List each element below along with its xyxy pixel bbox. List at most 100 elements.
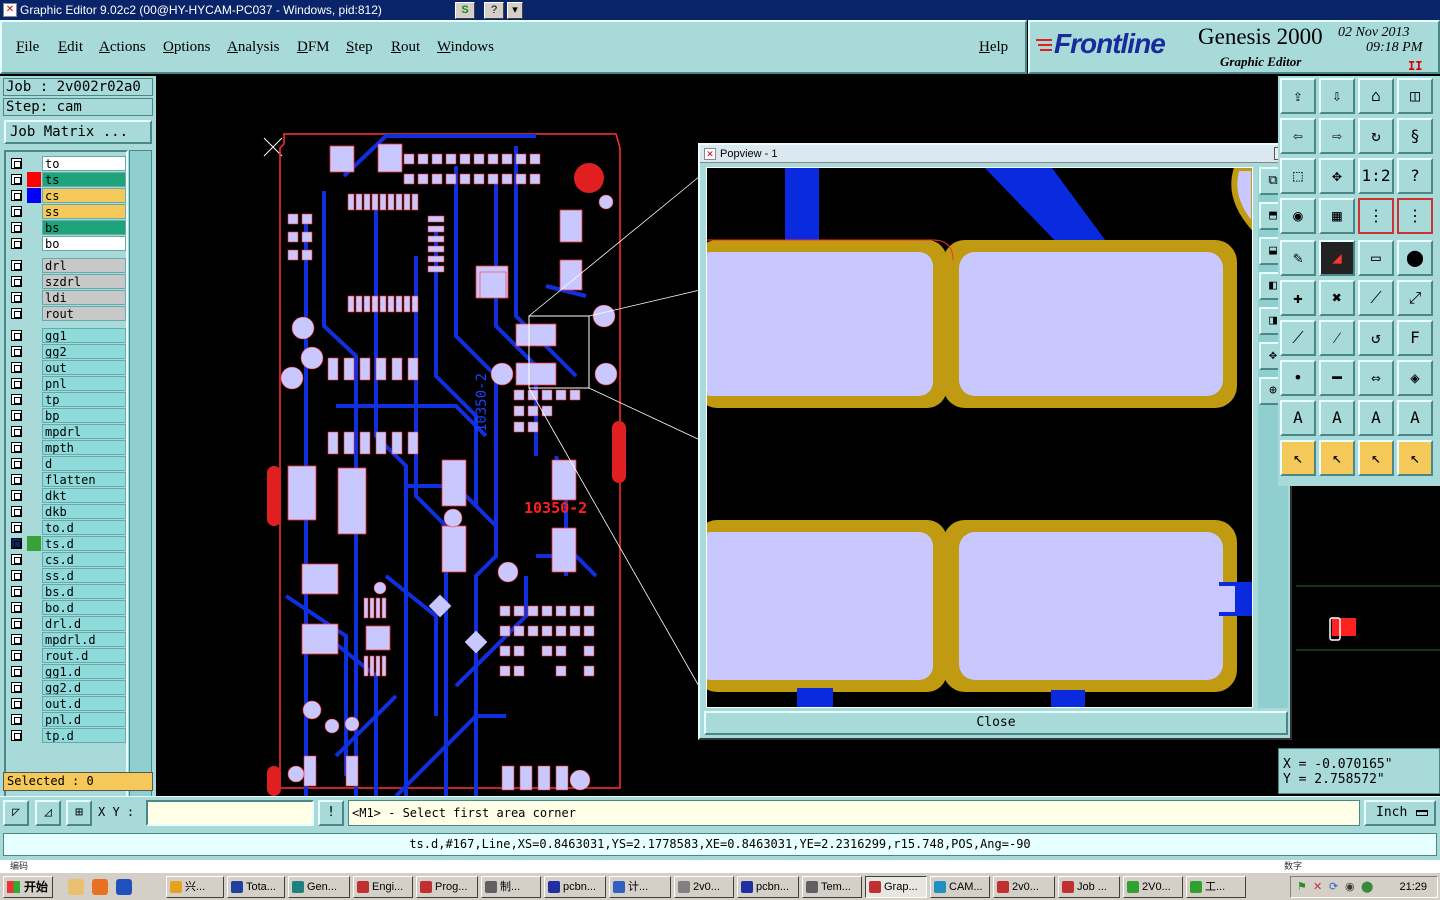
text-a-outline-icon[interactable]: A (1397, 400, 1433, 436)
layer-row-gg2[interactable]: gg2 (8, 344, 126, 359)
menu-options[interactable]: Options (163, 39, 211, 56)
diagonal-tool-icon[interactable]: ◿ (35, 800, 61, 826)
layer-name[interactable]: to.d (42, 520, 126, 535)
menu-rout[interactable]: Rout (391, 39, 420, 56)
layer-row-drl[interactable]: drl (8, 258, 126, 273)
layer-row-drl-d[interactable]: drl.d (8, 616, 126, 631)
layer-row-mpth[interactable]: mpth (8, 440, 126, 455)
draw-line-icon[interactable]: ◢ (1319, 240, 1355, 276)
pointer-route-icon[interactable]: ↖ (1397, 440, 1433, 476)
layer-name[interactable]: rout (42, 306, 126, 321)
layer-checkbox[interactable] (11, 238, 22, 249)
quicklaunch-desktop-icon[interactable] (68, 879, 84, 895)
taskbar-item[interactable]: pcbn... (737, 876, 799, 898)
menu-file[interactable]: File (16, 39, 39, 56)
taskbar-item[interactable]: Job ... (1058, 876, 1120, 898)
layer-row-bo[interactable]: bo (8, 236, 126, 251)
save-icon[interactable]: ⇩ (1319, 78, 1355, 114)
layer-name[interactable]: mpdrl.d (42, 632, 126, 647)
layer-row-bs[interactable]: bs (8, 220, 126, 235)
arc-icon[interactable]: ↺ (1358, 320, 1394, 356)
measure-icon[interactable]: ⟋ (1280, 320, 1316, 356)
pointer-select-icon[interactable]: ↖ (1319, 440, 1355, 476)
layer-checkbox[interactable] (11, 330, 22, 341)
layer-name[interactable]: drl (42, 258, 126, 273)
resize-icon[interactable]: ⇔ (1358, 360, 1394, 396)
layer-row-to[interactable]: to (8, 156, 126, 171)
layer-name[interactable]: pnl.d (42, 712, 126, 727)
layer-row-to-d[interactable]: to.d (8, 520, 126, 535)
redo-view-icon[interactable]: ⇨ (1319, 118, 1355, 154)
zoom-area-icon[interactable]: ⬚ (1280, 158, 1316, 194)
layer-name[interactable]: dkb (42, 504, 126, 519)
layer-name[interactable]: dkt (42, 488, 126, 503)
layer-name[interactable]: drl.d (42, 616, 126, 631)
layer-checkbox[interactable] (11, 458, 22, 469)
exclamation-icon[interactable]: ! (318, 800, 344, 826)
quicklaunch-media-icon[interactable] (92, 879, 108, 895)
layer-row-gg1-d[interactable]: gg1.d (8, 664, 126, 679)
taskbar-item[interactable]: CAM... (930, 876, 990, 898)
text-a-icon[interactable]: A (1280, 400, 1316, 436)
layer-checkbox[interactable] (11, 682, 22, 693)
layer-name[interactable]: bs.d (42, 584, 126, 599)
taskbar-item[interactable]: 制... (481, 876, 541, 898)
layer-row-bp[interactable]: bp (8, 408, 126, 423)
grid-tool-icon[interactable]: ⊞ (66, 800, 92, 826)
layer-name[interactable]: ss (42, 204, 126, 219)
layer-name[interactable]: mpdrl (42, 424, 126, 439)
taskbar-item[interactable]: pcbn... (544, 876, 606, 898)
graphic-canvas[interactable]: 10350-2 10350-2 ✕ Popview - 1 ✕ (156, 76, 1292, 796)
taskbar-item[interactable]: Tem... (802, 876, 862, 898)
job-matrix-button[interactable]: Job Matrix ... (4, 120, 152, 144)
layer-checkbox[interactable] (11, 554, 22, 565)
layer-row-mpdrl[interactable]: mpdrl (8, 424, 126, 439)
layer-checkbox[interactable] (11, 292, 22, 303)
layer-row-ss[interactable]: ss (8, 204, 126, 219)
layer-checkbox[interactable] (11, 426, 22, 437)
tray-sync-icon[interactable]: ⟳ (1329, 877, 1338, 897)
layer-checkbox[interactable] (11, 730, 22, 741)
snap-off-icon[interactable]: ⋮ (1397, 198, 1433, 234)
layer-checkbox[interactable] (11, 378, 22, 389)
layer-name[interactable]: d (42, 456, 126, 471)
layer-checkbox[interactable] (11, 570, 22, 581)
layer-name[interactable]: cs.d (42, 552, 126, 567)
layer-checkbox[interactable] (11, 506, 22, 517)
taskbar-item[interactable]: 工... (1186, 876, 1246, 898)
layer-row-tp[interactable]: tp (8, 392, 126, 407)
layer-checkbox[interactable] (11, 698, 22, 709)
undo-view-icon[interactable]: ⇦ (1280, 118, 1316, 154)
layer-row-rout[interactable]: rout (8, 306, 126, 321)
layer-row-gg1[interactable]: gg1 (8, 328, 126, 343)
layer-checkbox[interactable] (11, 260, 22, 271)
menu-help[interactable]: Help (979, 39, 1008, 56)
layer-checkbox[interactable] (11, 394, 22, 405)
layer-name[interactable]: gg2.d (42, 680, 126, 695)
window-menu-dropdown-icon[interactable]: ▾ (507, 2, 523, 19)
layer-checkbox[interactable] (11, 474, 22, 485)
layer-name[interactable]: bo.d (42, 600, 126, 615)
layer-checkbox[interactable] (11, 602, 22, 613)
layer-row-cs[interactable]: cs (8, 188, 126, 203)
select-area-icon[interactable]: ⬤ (1397, 240, 1433, 276)
layer-row-dkt[interactable]: dkt (8, 488, 126, 503)
grid-icon[interactable]: ▦ (1319, 198, 1355, 234)
layer-row-pnl-d[interactable]: pnl.d (8, 712, 126, 727)
menu-windows[interactable]: Windows (437, 39, 494, 56)
mini-map[interactable] (1296, 486, 1440, 748)
open-job-icon[interactable]: ⇪ (1280, 78, 1316, 114)
layer-row-dkb[interactable]: dkb (8, 504, 126, 519)
layer-name[interactable]: gg2 (42, 344, 126, 359)
layer-checkbox[interactable] (11, 362, 22, 373)
layer-row-ldi[interactable]: ldi (8, 290, 126, 305)
layer-row-flatten[interactable]: flatten (8, 472, 126, 487)
taskbar-item[interactable]: Grap... (865, 876, 927, 898)
taskbar-item[interactable]: Engi... (353, 876, 413, 898)
layer-row-ts[interactable]: ts (8, 172, 126, 187)
popview-zoom-canvas[interactable] (706, 167, 1253, 708)
pan-icon[interactable]: ✥ (1319, 158, 1355, 194)
layer-name[interactable]: gg1 (42, 328, 126, 343)
edit-icon[interactable]: ✎ (1280, 240, 1316, 276)
delete-icon[interactable]: ✖ (1319, 280, 1355, 316)
